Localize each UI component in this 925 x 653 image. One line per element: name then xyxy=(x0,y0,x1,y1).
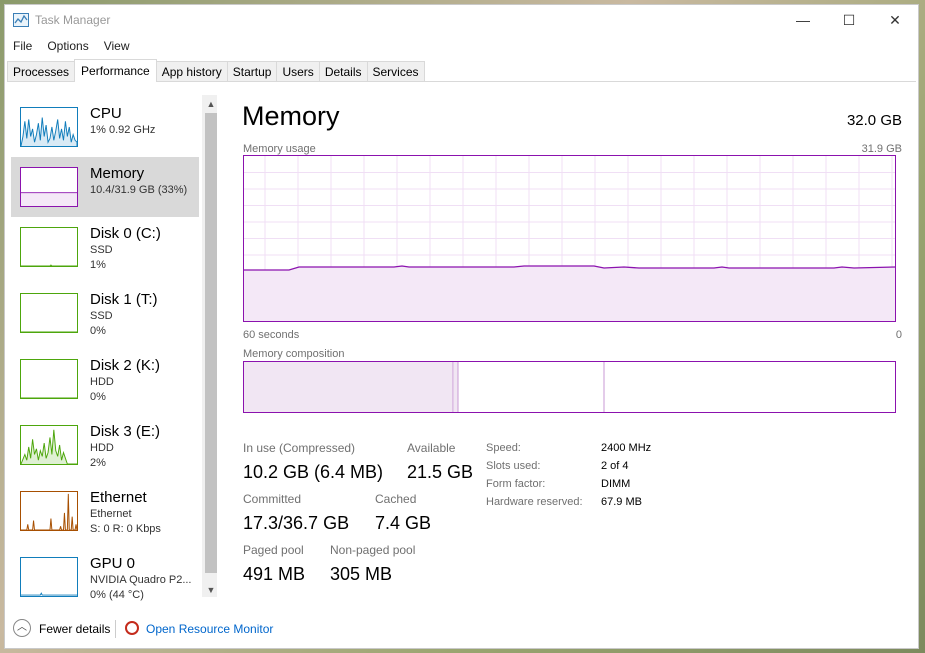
gpu-0-thumbnail-graph xyxy=(20,557,78,597)
page-title: Memory xyxy=(242,101,340,131)
menu-file[interactable]: File xyxy=(5,37,39,57)
title-bar: Task Manager — ☐ ✕ xyxy=(5,5,918,35)
hardware-reserved-value: 67.9 MB xyxy=(601,496,642,508)
memory-detail-panel: Memory 32.0 GB Memory usage 31.9 GB 60 s… xyxy=(220,85,918,608)
disk-1-thumbnail-graph xyxy=(20,293,78,333)
time-axis-start-label: 60 seconds xyxy=(243,329,300,341)
sidebar-item-cpu[interactable]: CPU 1% 0.92 GHz xyxy=(11,97,199,157)
cached-value: 7.4 GB xyxy=(375,513,432,533)
sidebar-item-type: Ethernet xyxy=(90,508,132,520)
tab-startup[interactable]: Startup xyxy=(226,61,278,81)
sidebar-item-usage: 2% xyxy=(90,457,106,469)
sidebar-scroll-thumb[interactable] xyxy=(205,113,217,573)
task-manager-window: Task Manager — ☐ ✕ File Options View Pro… xyxy=(4,4,919,649)
sidebar-item-detail: 10.4/31.9 GB (33%) xyxy=(90,184,188,196)
paged-pool-label: Paged pool xyxy=(243,543,304,557)
tab-strip: Processes Performance App history Startu… xyxy=(7,59,916,82)
slots-used-value: 2 of 4 xyxy=(601,460,629,472)
sidebar-item-label: Disk 0 (C:) xyxy=(90,225,161,242)
fewer-details-button[interactable]: Fewer details xyxy=(39,622,110,636)
menu-view[interactable]: View xyxy=(96,37,137,57)
sidebar-item-type: SSD xyxy=(90,244,113,256)
sidebar-item-type: HDD xyxy=(90,376,114,388)
non-paged-pool-label: Non-paged pool xyxy=(330,543,416,557)
paged-pool-value: 491 MB xyxy=(243,564,306,584)
form-factor-label: Form factor: xyxy=(486,478,546,490)
memory-usage-max: 31.9 GB xyxy=(861,143,902,155)
sidebar-item-type: HDD xyxy=(90,442,114,454)
memory-composition-label: Memory composition xyxy=(243,348,345,360)
sidebar-item-disk-3[interactable]: Disk 3 (E:) HDD 2% xyxy=(11,415,199,475)
committed-label: Committed xyxy=(243,492,302,506)
scroll-up-arrow-icon[interactable]: ▲ xyxy=(204,97,218,111)
tab-services[interactable]: Services xyxy=(366,61,425,81)
scroll-down-arrow-icon[interactable]: ▼ xyxy=(204,583,218,597)
tab-app-history[interactable]: App history xyxy=(155,61,228,81)
sidebar-item-type: SSD xyxy=(90,310,113,322)
sidebar-item-label: Disk 1 (T:) xyxy=(90,291,158,308)
available-value: 21.5 GB xyxy=(407,462,474,482)
sidebar-item-memory[interactable]: Memory 10.4/31.9 GB (33%) xyxy=(11,157,199,217)
hardware-reserved-label: Hardware reserved: xyxy=(486,496,583,508)
sidebar-item-disk-2[interactable]: Disk 2 (K:) HDD 0% xyxy=(11,349,199,409)
sidebar-item-ethernet[interactable]: Ethernet Ethernet S: 0 R: 0 Kbps xyxy=(11,481,199,541)
sidebar-item-gpu-0[interactable]: GPU 0 NVIDIA Quadro P2... 0% (44 °C) xyxy=(11,547,199,607)
disk-0-thumbnail-graph xyxy=(20,227,78,267)
ethernet-thumbnail-graph xyxy=(20,491,78,531)
sidebar-item-usage: 1% xyxy=(90,259,106,271)
sidebar-item-label: GPU 0 xyxy=(90,555,136,572)
sidebar-item-usage: 0% xyxy=(90,325,106,337)
sidebar-item-label: CPU xyxy=(90,105,122,122)
sidebar-item-usage: 0% xyxy=(90,391,106,403)
cpu-thumbnail-graph xyxy=(20,107,78,147)
tab-details[interactable]: Details xyxy=(318,61,368,81)
cached-label: Cached xyxy=(375,492,417,506)
memory-composition-bar xyxy=(243,361,896,413)
performance-sidebar: CPU 1% 0.92 GHz Memory 10.4/31.9 GB (33%… xyxy=(7,91,217,601)
disk-3-thumbnail-graph xyxy=(20,425,78,465)
sidebar-item-detail: 1% 0.92 GHz xyxy=(90,124,156,136)
resource-monitor-icon[interactable] xyxy=(125,621,139,635)
task-manager-app-icon xyxy=(13,13,29,27)
minimize-button[interactable]: — xyxy=(780,5,826,35)
time-axis-end-label: 0 xyxy=(895,329,902,341)
sidebar-item-throughput: S: 0 R: 0 Kbps xyxy=(90,523,161,535)
open-resource-monitor-link[interactable]: Open Resource Monitor xyxy=(146,622,273,636)
sidebar-item-label: Disk 2 (K:) xyxy=(90,357,161,374)
sidebar-item-label: Ethernet xyxy=(90,489,147,506)
memory-total: 32.0 GB xyxy=(846,112,902,129)
sidebar-item-usage: 0% (44 °C) xyxy=(90,589,144,601)
tab-processes[interactable]: Processes xyxy=(7,61,76,81)
sidebar-item-disk-1[interactable]: Disk 1 (T:) SSD 0% xyxy=(11,283,199,343)
window-title: Task Manager xyxy=(35,13,111,27)
maximize-button[interactable]: ☐ xyxy=(826,5,872,35)
memory-usage-label: Memory usage xyxy=(243,143,316,155)
in-use-value: 10.2 GB (6.4 MB) xyxy=(243,462,384,482)
sidebar-item-disk-0[interactable]: Disk 0 (C:) SSD 1% xyxy=(11,217,199,277)
available-label: Available xyxy=(407,441,456,455)
sidebar-item-type: NVIDIA Quadro P2... xyxy=(90,574,192,586)
memory-usage-graph xyxy=(243,155,896,322)
memory-thumbnail-graph xyxy=(20,167,78,207)
disk-2-thumbnail-graph xyxy=(20,359,78,399)
slots-used-label: Slots used: xyxy=(486,460,541,472)
chevron-up-icon[interactable]: ︿ xyxy=(13,619,31,637)
footer-bar: ︿ Fewer details Open Resource Monitor xyxy=(5,610,918,648)
footer-divider xyxy=(115,620,116,638)
tab-performance[interactable]: Performance xyxy=(74,59,157,82)
speed-value: 2400 MHz xyxy=(601,442,652,454)
speed-label: Speed: xyxy=(486,442,521,454)
committed-value: 17.3/36.7 GB xyxy=(243,513,350,533)
tab-users[interactable]: Users xyxy=(276,61,320,81)
menu-options[interactable]: Options xyxy=(39,37,95,57)
in-use-label: In use (Compressed) xyxy=(243,441,356,455)
sidebar-item-label: Memory xyxy=(90,165,145,182)
form-factor-value: DIMM xyxy=(601,478,631,490)
sidebar-item-label: Disk 3 (E:) xyxy=(90,423,161,440)
close-button[interactable]: ✕ xyxy=(872,5,918,35)
menu-bar: File Options View xyxy=(5,37,137,57)
non-paged-pool-value: 305 MB xyxy=(330,564,393,584)
